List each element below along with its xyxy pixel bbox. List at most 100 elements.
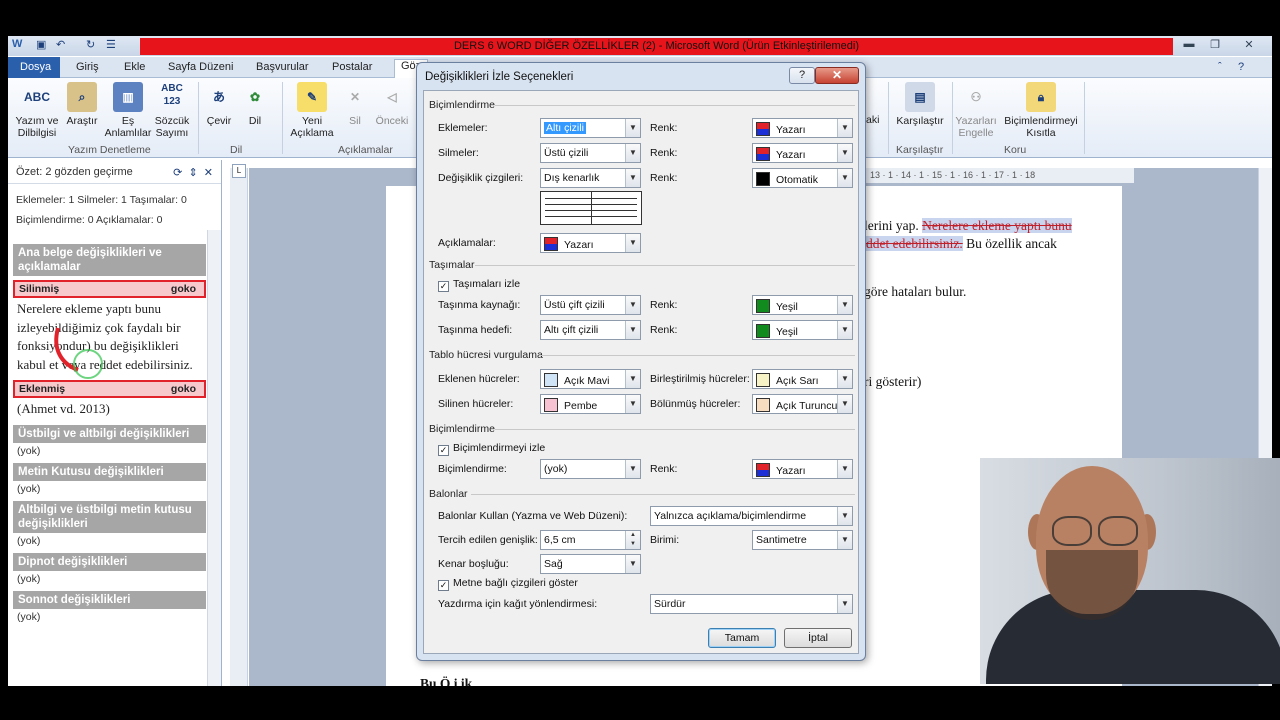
moved-to-color-select[interactable]: Yeşil ▼: [752, 320, 853, 340]
reviewing-pane-header: Özet: 2 gözden geçirme ⟳ ⇕ ✕: [8, 160, 221, 184]
redo-icon[interactable]: ↻: [86, 38, 95, 51]
compare-label: Karşılaştır: [896, 115, 944, 127]
spelling-grammar-button[interactable]: ABC Yazım ve Dilbilgisi: [12, 82, 62, 139]
color-swatch: [756, 299, 770, 313]
section-endnote[interactable]: Sonnot değişiklikleri: [13, 590, 206, 609]
dropdown-arrow-icon: ▼: [837, 395, 852, 413]
block-authors-button[interactable]: ⚇ Yazarları Engelle: [952, 82, 1000, 139]
dropdown-arrow-icon: ▼: [837, 144, 852, 162]
section-text-box[interactable]: Metin Kutusu değişiklikleri: [13, 462, 206, 481]
deletions-select[interactable]: Üstü çizili ▼: [540, 143, 641, 163]
inserted-revision-text[interactable]: (Ahmet vd. 2013): [13, 398, 206, 421]
dropdown-arrow-icon: ▼: [625, 395, 640, 413]
help-icon[interactable]: ?: [1238, 61, 1244, 73]
collapse-icon[interactable]: ⇕: [188, 167, 197, 179]
split-cells-select[interactable]: Açık Turuncu ▼: [752, 394, 853, 414]
section-header-footer-text-box[interactable]: Altbilgi ve üstbilgi metin kutusu değişi…: [13, 500, 206, 533]
moved-to-select[interactable]: Altı çift çizili ▼: [540, 320, 641, 340]
undo-icon[interactable]: ↶: [56, 38, 65, 51]
deleted-cells-select[interactable]: Pembe ▼: [540, 394, 641, 414]
language-button[interactable]: ✿ Dil: [238, 82, 272, 127]
dialog-help-button[interactable]: ?: [789, 67, 815, 84]
tab-postalar[interactable]: Postalar: [332, 61, 372, 73]
show-lines-checkbox[interactable]: ✓ Metne bağlı çizgileri göster: [438, 577, 578, 591]
tab-giris[interactable]: Giriş: [76, 61, 99, 73]
insertions-select[interactable]: Altı çizili ▼: [540, 118, 641, 138]
use-balloons-value: Yalnızca açıklama/biçimlendirme: [654, 510, 807, 522]
color-swatch: [756, 122, 770, 136]
delete-comment-button[interactable]: ✕ Sil: [338, 82, 372, 127]
margin-select[interactable]: Sağ ▼: [540, 554, 641, 574]
paper-orientation-select[interactable]: Sürdür ▼: [650, 594, 853, 614]
tab-sayfa-duzeni[interactable]: Sayfa Düzeni: [168, 61, 233, 73]
inserted-revision-header[interactable]: Eklenmiş goko: [13, 380, 206, 398]
moved-to-color-label: Renk:: [650, 324, 678, 336]
changed-lines-color-select[interactable]: Otomatik ▼: [752, 168, 853, 188]
minimize-icon[interactable]: ▬: [1176, 38, 1202, 53]
tab-selector-icon[interactable]: L: [232, 164, 246, 178]
doc-line-1-prefix: elerini yap.: [858, 218, 923, 233]
section-main-document[interactable]: Ana belge değişiklikleri ve açıklamalar: [13, 244, 206, 276]
dropdown-arrow-icon: ▼: [625, 321, 640, 339]
research-button[interactable]: ⌕ Araştır: [62, 82, 102, 127]
reviewing-pane: Özet: 2 gözden geçirme ⟳ ⇕ ✕ Eklemeler: …: [8, 160, 222, 686]
deletions-color-value: Yazarı: [776, 149, 806, 161]
merged-cells-select[interactable]: Açık Sarı ▼: [752, 369, 853, 389]
cancel-button[interactable]: İptal: [784, 628, 852, 648]
tab-dosya[interactable]: Dosya: [8, 57, 60, 78]
deleted-revision-header[interactable]: Silinmiş goko: [13, 280, 206, 298]
formatting-color-select[interactable]: Yazarı ▼: [752, 459, 853, 479]
word-count-button[interactable]: ABC 123 Sözcük Sayımı: [152, 82, 192, 139]
preferred-width-spinner[interactable]: 6,5 cm ▲ ▼: [540, 530, 641, 550]
save-icon[interactable]: ▣: [36, 38, 46, 51]
moved-to-value: Altı çift çizili: [544, 324, 599, 336]
section-header-footer[interactable]: Üstbilgi ve altbilgi değişiklikleri: [13, 424, 206, 443]
customize-toolbar-icon[interactable]: ☰: [106, 38, 116, 51]
moved-from-select[interactable]: Üstü çift çizili ▼: [540, 295, 641, 315]
deletions-color-select[interactable]: Yazarı ▼: [752, 143, 853, 163]
moved-from-color-select[interactable]: Yeşil ▼: [752, 295, 853, 315]
changed-lines-select[interactable]: Dış kenarlık ▼: [540, 168, 641, 188]
refresh-icon[interactable]: ⟳: [173, 167, 182, 179]
track-moves-label: Taşımaları izle: [453, 278, 521, 290]
pane-scrollbar[interactable]: [207, 230, 221, 686]
inserted-cells-select[interactable]: Açık Mavi ▼: [540, 369, 641, 389]
section-divider: [471, 494, 855, 495]
tab-basvurular[interactable]: Başvurular: [256, 61, 309, 73]
dropdown-arrow-icon: ▼: [625, 296, 640, 314]
ok-button[interactable]: Tamam: [708, 628, 776, 648]
use-balloons-select[interactable]: Yalnızca açıklama/biçimlendirme ▼: [650, 506, 853, 526]
comments-color-select[interactable]: Yazarı ▼: [540, 233, 641, 253]
previous-comment-button[interactable]: ◁ Önceki: [372, 82, 412, 127]
mouse-annotation-icon: [54, 327, 103, 379]
section-footnote[interactable]: Dipnot değişiklikleri: [13, 552, 206, 571]
checkbox-check-icon: ✓: [438, 281, 449, 292]
new-comment-button[interactable]: ✎ Yeni Açıklama: [288, 82, 336, 139]
minimize-ribbon-icon[interactable]: ˆ: [1218, 61, 1222, 73]
comments-color-value: Yazarı: [564, 239, 594, 251]
close-pane-icon[interactable]: ✕: [204, 167, 213, 179]
paper-orientation-value: Sürdür: [654, 598, 686, 610]
formatting-select[interactable]: (yok) ▼: [540, 459, 641, 479]
restore-icon[interactable]: ❐: [1202, 38, 1228, 53]
previous-comment-icon: ◁: [387, 90, 397, 104]
horizontal-ruler[interactable]: 13 · 1 · 14 · 1 · 15 · 1 · 16 · 1 · 17 ·…: [864, 168, 1134, 183]
translate-button[interactable]: あ Çevir: [202, 82, 236, 127]
track-moves-checkbox[interactable]: ✓ Taşımaları izle: [438, 278, 520, 292]
tab-ekle[interactable]: Ekle: [124, 61, 145, 73]
deleted-revision-text[interactable]: Nerelere ekleme yaptı bunu izleyebildiği…: [13, 298, 206, 376]
dialog-close-button[interactable]: ✕: [815, 67, 859, 84]
section-table-cells: Tablo hücresi vurgulama: [429, 349, 855, 361]
vertical-ruler[interactable]: [230, 168, 248, 686]
language-icon: ✿: [249, 90, 261, 104]
measure-in-select[interactable]: Santimetre ▼: [752, 530, 853, 550]
compare-button[interactable]: ▤ Karşılaştır: [892, 82, 948, 127]
section-value: (yok): [17, 482, 41, 495]
thesaurus-button[interactable]: ▥ Eş Anlamlılar: [102, 82, 154, 139]
restrict-editing-button[interactable]: 🔒︎ Biçimlendirmeyi Kısıtla: [1002, 82, 1080, 139]
section-balloons-label: Balonlar: [429, 488, 468, 500]
close-window-icon[interactable]: ✕: [1236, 38, 1262, 53]
insertions-color-select[interactable]: Yazarı ▼: [752, 118, 853, 138]
spinner-arrows-icon[interactable]: ▲ ▼: [625, 531, 640, 549]
track-formatting-checkbox[interactable]: ✓ Biçimlendirmeyi izle: [438, 442, 545, 456]
